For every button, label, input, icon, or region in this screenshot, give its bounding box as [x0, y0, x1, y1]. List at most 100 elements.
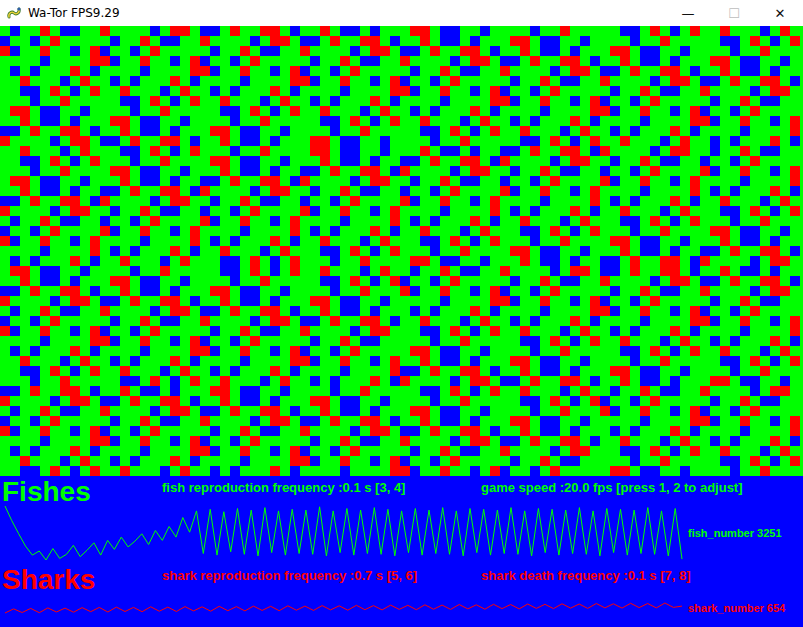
- fish-cell: [530, 226, 540, 236]
- water-cell: [770, 46, 780, 56]
- water-cell: [110, 156, 120, 166]
- shark-cell: [390, 246, 400, 256]
- fish-cell: [570, 96, 580, 106]
- water-cell: [400, 66, 410, 76]
- fish-cell: [640, 116, 650, 126]
- water-cell: [580, 26, 590, 36]
- water-cell: [190, 206, 200, 216]
- water-cell: [240, 26, 250, 36]
- fish-cell: [740, 226, 750, 236]
- water-cell: [560, 116, 570, 126]
- water-cell: [580, 196, 590, 206]
- shark-cell: [660, 66, 670, 76]
- water-cell: [290, 156, 300, 166]
- water-cell: [390, 106, 400, 116]
- fish-cell: [410, 66, 420, 76]
- fish-cell: [540, 36, 550, 46]
- water-cell: [320, 76, 330, 86]
- water-cell: [310, 46, 320, 56]
- water-cell: [190, 256, 200, 266]
- fish-cell: [280, 126, 290, 136]
- water-cell: [650, 206, 660, 216]
- water-cell: [280, 56, 290, 66]
- shark-cell: [50, 36, 60, 46]
- water-cell: [470, 256, 480, 266]
- pygame-icon: [6, 5, 22, 21]
- water-cell: [320, 256, 330, 266]
- water-cell: [600, 186, 610, 196]
- water-cell: [290, 146, 300, 156]
- fish-cell: [270, 196, 280, 206]
- minimize-button[interactable]: —: [665, 0, 711, 26]
- close-button[interactable]: ✕: [757, 0, 803, 26]
- water-cell: [160, 226, 170, 236]
- water-cell: [370, 136, 380, 146]
- shark-cell: [90, 246, 100, 256]
- water-cell: [90, 216, 100, 226]
- water-cell: [600, 116, 610, 126]
- water-cell: [750, 46, 760, 56]
- water-cell: [300, 116, 310, 126]
- water-cell: [140, 106, 150, 116]
- water-cell: [560, 46, 570, 56]
- water-cell: [440, 156, 450, 166]
- water-cell: [10, 96, 20, 106]
- water-cell: [160, 196, 170, 206]
- fish-cell: [100, 46, 110, 56]
- water-cell: [200, 106, 210, 116]
- shark-cell: [520, 36, 530, 46]
- water-cell: [470, 76, 480, 86]
- window-title: Wa-Tor FPS9.29: [28, 6, 665, 20]
- shark-cell: [790, 166, 800, 176]
- water-cell: [360, 86, 370, 96]
- water-cell: [230, 166, 240, 176]
- shark-cell: [420, 26, 430, 36]
- water-cell: [130, 56, 140, 66]
- water-cell: [750, 136, 760, 146]
- water-cell: [180, 186, 190, 196]
- water-cell: [710, 86, 720, 96]
- fish-cell: [150, 166, 160, 176]
- shark-cell: [590, 186, 600, 196]
- shark-cell: [300, 46, 310, 56]
- water-cell: [780, 216, 790, 226]
- fish-cell: [430, 216, 440, 226]
- shark-cell: [450, 126, 460, 136]
- shark-cell: [300, 176, 310, 186]
- water-cell: [470, 96, 480, 106]
- fish-cell: [530, 26, 540, 36]
- water-cell: [600, 26, 610, 36]
- water-cell: [320, 86, 330, 96]
- shark-cell: [500, 156, 510, 166]
- water-cell: [540, 86, 550, 96]
- water-cell: [430, 256, 440, 266]
- water-cell: [730, 126, 740, 136]
- water-cell: [50, 216, 60, 226]
- water-cell: [200, 226, 210, 236]
- water-cell: [310, 256, 320, 266]
- water-cell: [20, 206, 30, 216]
- fish-cell: [360, 186, 370, 196]
- water-cell: [610, 116, 620, 126]
- water-cell: [350, 266, 360, 276]
- water-cell: [230, 36, 240, 46]
- water-cell: [350, 236, 360, 246]
- fish-cell: [430, 246, 440, 256]
- water-cell: [620, 126, 630, 136]
- water-cell: [80, 96, 90, 106]
- water-cell: [760, 206, 770, 216]
- shark-cell: [620, 56, 630, 66]
- water-cell: [30, 46, 40, 56]
- water-cell: [290, 166, 300, 176]
- fish-cell: [90, 126, 100, 136]
- water-cell: [60, 86, 70, 96]
- fish-cell: [300, 36, 310, 46]
- water-cell: [640, 76, 650, 86]
- water-cell: [430, 226, 440, 236]
- shark-cell: [120, 176, 130, 186]
- water-cell: [30, 136, 40, 146]
- water-cell: [170, 256, 180, 266]
- shark-cell: [430, 156, 440, 166]
- water-cell: [360, 146, 370, 156]
- water-cell: [460, 236, 470, 246]
